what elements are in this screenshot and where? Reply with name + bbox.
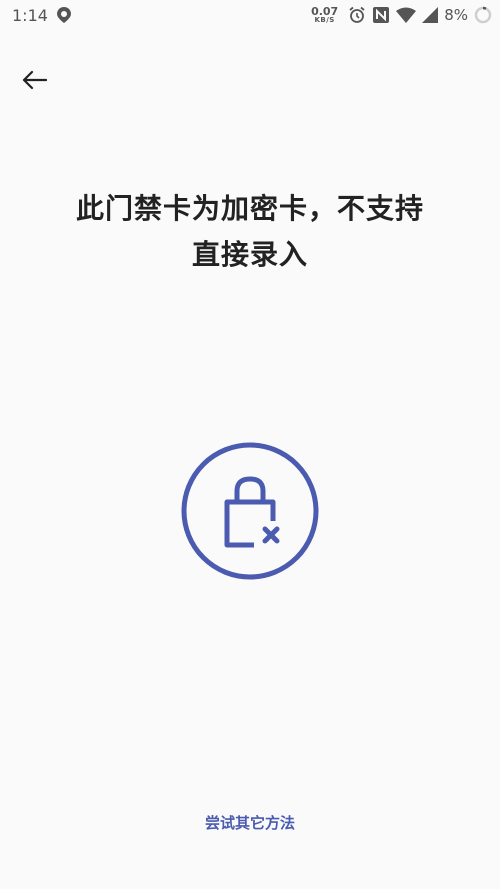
lock-x-icon xyxy=(181,442,319,580)
signal-icon xyxy=(422,7,439,23)
page-title-line-1: 此门禁卡为加密卡，不支持 xyxy=(75,192,424,225)
status-time: 1:14 xyxy=(12,6,48,25)
battery-percent: 8% xyxy=(444,6,468,24)
status-icons: 0.07 KB/S 8% xyxy=(311,3,492,27)
network-speed: 0.07 KB/S xyxy=(311,6,338,24)
location-icon xyxy=(57,7,71,23)
status-bar: 1:14 0.07 KB/S 8% xyxy=(0,0,500,30)
alarm-icon xyxy=(349,6,365,23)
try-other-method-link[interactable]: 尝试其它方法 xyxy=(0,812,500,833)
nfc-icon xyxy=(373,7,390,23)
network-speed-unit: KB/S xyxy=(314,16,335,24)
page-title-line-2: 直接录入 xyxy=(191,238,308,271)
arrow-left-icon[interactable] xyxy=(18,64,50,96)
page-title: 此门禁卡为加密卡，不支持 直接录入 xyxy=(0,186,500,278)
wifi-icon xyxy=(396,7,417,23)
battery-icon xyxy=(474,6,492,24)
